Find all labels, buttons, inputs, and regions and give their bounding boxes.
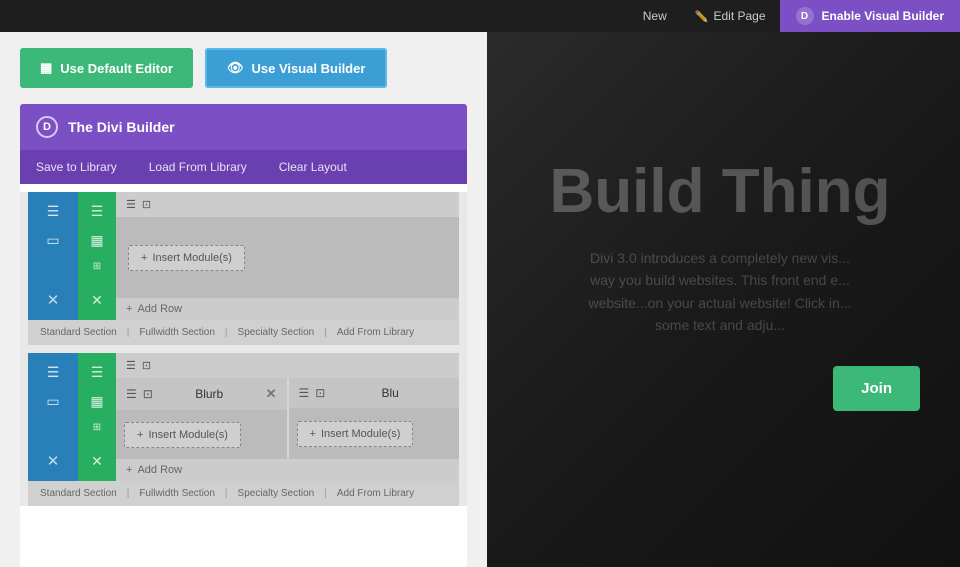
plus-icon-c2: +	[310, 428, 316, 440]
blurb1-remove[interactable]: ✕	[266, 386, 277, 402]
s2-hamburger-icon[interactable]: ☰	[44, 361, 63, 384]
divi-builder-header: D The Divi Builder	[20, 104, 467, 150]
pencil-icon: ✏️	[695, 10, 709, 23]
hero-join-button[interactable]: Join	[833, 366, 920, 411]
row-layout-icon[interactable]: ▦	[87, 229, 106, 252]
edit-page-label: Edit Page	[713, 9, 765, 23]
footer-fullwidth-section[interactable]: Fullwidth Section	[135, 325, 219, 340]
col-2: ☰ ⊡ Blu + Insert Module(s)	[289, 378, 460, 459]
hero-title: Build Thing	[550, 156, 891, 227]
blurb2-hamburger[interactable]: ☰	[299, 386, 310, 400]
default-editor-button[interactable]: ▦ Use Default Editor	[20, 48, 193, 88]
section-1-inner: ☰ ▭ ✕ ☰ ▦ ⊞ ✕ ☰ ⊡	[28, 192, 459, 320]
blurb2-title: Blu	[331, 386, 449, 400]
left-panel: ▦ Use Default Editor 👁 Use Visual Builde…	[0, 32, 487, 567]
blurb1-title: Blurb	[159, 387, 260, 401]
load-from-library-btn[interactable]: Load From Library	[133, 150, 263, 184]
footer-standard-section[interactable]: Standard Section	[36, 325, 121, 340]
col-2-module-area: + Insert Module(s)	[289, 408, 460, 459]
s2-layout-icon[interactable]: ▭	[43, 390, 62, 413]
section-2-row-header: ☰ ⊡	[116, 353, 459, 378]
s2-footer-specialty[interactable]: Specialty Section	[234, 486, 319, 501]
footer-specialty-section[interactable]: Specialty Section	[234, 325, 319, 340]
divi-builder-title: The Divi Builder	[68, 119, 175, 135]
col-1-module-area: + Insert Module(s)	[116, 410, 287, 459]
clear-layout-btn[interactable]: Clear Layout	[263, 150, 363, 184]
plus-icon: +	[141, 252, 147, 264]
s2-footer-library[interactable]: Add From Library	[333, 486, 418, 501]
section-1: ☰ ▭ ✕ ☰ ▦ ⊞ ✕ ☰ ⊡	[28, 192, 459, 345]
enable-visual-builder-button[interactable]: D Enable Visual Builder	[780, 0, 960, 32]
row-grid-icon[interactable]: ⊞	[90, 258, 104, 275]
insert-module-button-col2[interactable]: + Insert Module(s)	[297, 421, 414, 447]
s2-footer-fullwidth[interactable]: Fullwidth Section	[135, 486, 219, 501]
section-1-green-sidebar: ☰ ▦ ⊞ ✕	[78, 192, 116, 320]
enable-vb-label: Enable Visual Builder	[822, 9, 944, 23]
blurb1-hamburger[interactable]: ☰	[126, 387, 137, 401]
new-label: New	[643, 9, 667, 23]
s2-row-layout[interactable]: ▦	[87, 390, 106, 413]
save-to-library-btn[interactable]: Save to Library	[20, 150, 133, 184]
s2-x-icon[interactable]: ✕	[44, 449, 63, 473]
col-1: ☰ ⊡ Blurb ✕ + Insert Module(s)	[116, 378, 287, 459]
section-1-footer: Standard Section | Fullwidth Section | S…	[28, 320, 459, 345]
blurb1-screen[interactable]: ⊡	[143, 387, 153, 401]
section-1-main: ☰ ⊡ + Insert Module(s) + Add Row	[116, 192, 459, 320]
row-header-screen[interactable]: ⊡	[142, 198, 151, 211]
section-2-columns: ☰ ⊡ Blurb ✕ + Insert Module(s)	[116, 378, 459, 459]
section-1-sidebar: ☰ ▭ ✕	[28, 192, 78, 320]
s2-row-header-hamburger[interactable]: ☰	[126, 359, 136, 372]
blurb-module-1: ☰ ⊡ Blurb ✕	[116, 378, 287, 410]
s2-row-grid[interactable]: ⊞	[90, 419, 104, 436]
layout-icon[interactable]: ▭	[43, 229, 62, 252]
hamburger-icon[interactable]: ☰	[44, 200, 63, 223]
insert-module-button-col1[interactable]: + Insert Module(s)	[124, 422, 241, 448]
footer-add-from-library[interactable]: Add From Library	[333, 325, 418, 340]
row-header-hamburger[interactable]: ☰	[126, 198, 136, 211]
insert-module-button-1[interactable]: + Insert Module(s)	[128, 245, 245, 271]
hero-description: Divi 3.0 introduces a completely new vis…	[588, 247, 851, 337]
hero-section: Build Thing Divi 3.0 introduces a comple…	[480, 0, 960, 567]
divi-logo: D	[36, 116, 58, 138]
visual-builder-button[interactable]: 👁 Use Visual Builder	[205, 48, 387, 88]
add-row-plus: +	[126, 303, 132, 315]
section-2-inner: ☰ ▭ ✕ ☰ ▦ ⊞ ✕ ☰ ⊡	[28, 353, 459, 481]
row-x-icon[interactable]: ✕	[88, 289, 106, 312]
top-bar-items: New ✏️ Edit Page D Enable Visual Builder	[629, 0, 960, 32]
x-remove-section[interactable]: ✕	[44, 288, 63, 312]
section-2-footer: Standard Section | Fullwidth Section | S…	[28, 481, 459, 506]
section-2-green-sidebar: ☰ ▦ ⊞ ✕	[78, 353, 116, 481]
plus-icon-c1: +	[137, 429, 143, 441]
section-2-sidebar: ☰ ▭ ✕	[28, 353, 78, 481]
add-row-plus-2: +	[126, 464, 132, 476]
grid-icon: ▦	[40, 60, 52, 76]
blurb-module-2: ☰ ⊡ Blu	[289, 378, 460, 408]
s2-footer-standard[interactable]: Standard Section	[36, 486, 121, 501]
editor-buttons-row: ▦ Use Default Editor 👁 Use Visual Builde…	[0, 32, 487, 104]
top-bar-new[interactable]: New	[629, 0, 681, 32]
add-row-bar-1[interactable]: + Add Row	[116, 298, 459, 320]
s2-row-hamburger[interactable]: ☰	[88, 361, 107, 384]
blurb2-screen[interactable]: ⊡	[315, 386, 325, 400]
s2-row-x[interactable]: ✕	[88, 450, 106, 473]
section-2-main: ☰ ⊡ ☰ ⊡ Blurb ✕	[116, 353, 459, 481]
top-bar: New ✏️ Edit Page D Enable Visual Builder	[0, 0, 960, 32]
eye-icon: 👁	[227, 60, 244, 76]
divi-logo-circle: D	[796, 7, 814, 25]
top-bar-edit-page[interactable]: ✏️ Edit Page	[681, 0, 780, 32]
add-row-bar-2[interactable]: + Add Row	[116, 459, 459, 481]
s2-row-header-screen[interactable]: ⊡	[142, 359, 151, 372]
row-hamburger-icon[interactable]: ☰	[88, 200, 107, 223]
section-1-module-area: + Insert Module(s)	[116, 217, 459, 298]
divi-builder-panel: D The Divi Builder Save to Library Load …	[20, 104, 467, 567]
builder-content: ☰ ▭ ✕ ☰ ▦ ⊞ ✕ ☰ ⊡	[20, 192, 467, 506]
section-2: ☰ ▭ ✕ ☰ ▦ ⊞ ✕ ☰ ⊡	[28, 353, 459, 506]
section-1-row-header: ☰ ⊡	[116, 192, 459, 217]
divi-toolbar: Save to Library Load From Library Clear …	[20, 150, 467, 184]
